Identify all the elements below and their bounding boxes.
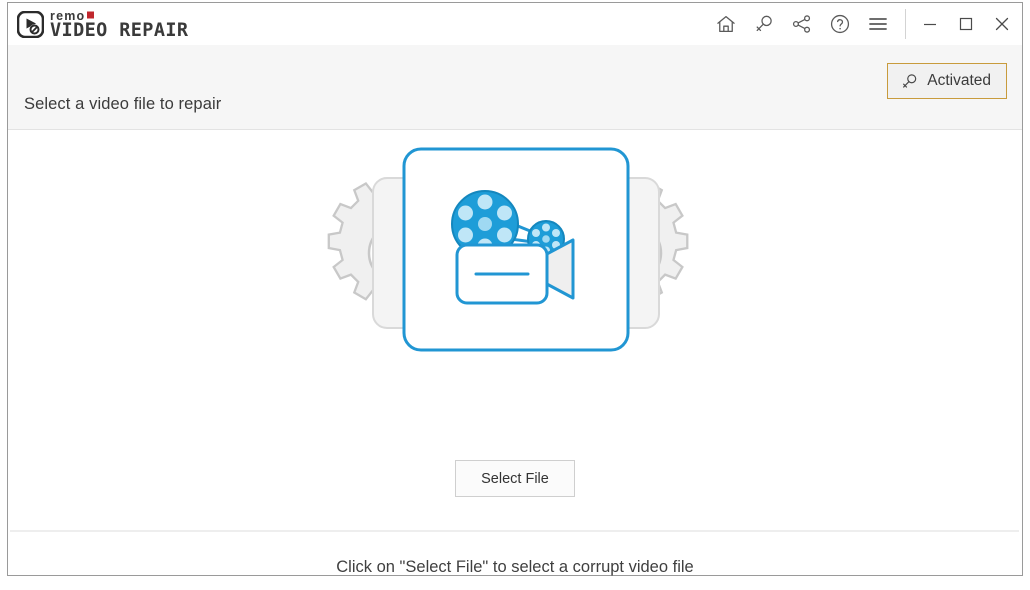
title-bar-actions: [707, 3, 1022, 45]
page-title: Select a video file to repair: [24, 95, 222, 113]
close-button[interactable]: [984, 3, 1020, 45]
activation-status-button[interactable]: Activated: [887, 63, 1007, 99]
key-icon: [903, 73, 917, 88]
sub-header: Select a video file to repair Activated: [8, 45, 1022, 130]
svg-text:VIDEO REPAIR: VIDEO REPAIR: [50, 20, 189, 39]
share-icon[interactable]: [783, 3, 821, 45]
maximize-button[interactable]: [948, 3, 984, 45]
brand-wordmark: remo VIDEO REPAIR: [50, 9, 189, 39]
help-icon[interactable]: [821, 3, 859, 45]
title-bar-divider: [905, 9, 906, 39]
home-icon[interactable]: [707, 3, 745, 45]
select-file-label: Select File: [481, 470, 549, 487]
menu-icon[interactable]: [859, 3, 897, 45]
footer-hint-text: Click on "Select File" to select a corru…: [336, 558, 694, 576]
key-icon[interactable]: [745, 3, 783, 45]
video-repair-illustration: [327, 147, 689, 352]
minimize-button[interactable]: [912, 3, 948, 45]
main-content-area: Select File Click on "Select File" to se…: [8, 130, 1022, 576]
remo-logo-icon: [17, 10, 44, 38]
application-window: remo VIDEO REPAIR Select a video file to…: [7, 2, 1023, 576]
title-bar: remo VIDEO REPAIR: [8, 3, 1022, 45]
footer-divider: [10, 530, 1019, 532]
brand-logo: remo VIDEO REPAIR: [8, 9, 220, 39]
select-file-button[interactable]: Select File: [455, 460, 575, 497]
activation-label: Activated: [927, 72, 991, 89]
